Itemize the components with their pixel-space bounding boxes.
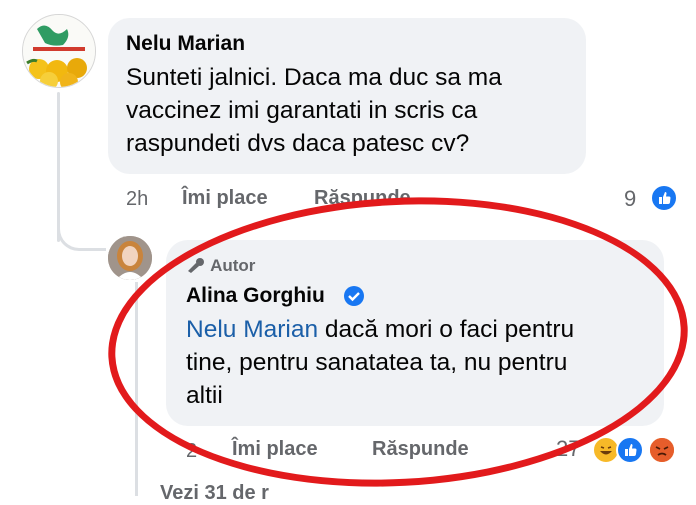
comment-reaction-count[interactable]: 9: [624, 186, 636, 212]
comment-like-button[interactable]: Îmi place: [182, 187, 268, 209]
angry-icon[interactable]: [648, 436, 676, 464]
comment-text: Sunteti jalnici. Daca ma duc sa ma vacci…: [126, 61, 502, 160]
comment-line: Sunteti jalnici. Daca ma duc sa ma: [126, 64, 502, 91]
comment-line: vaccinez imi garantati in scris ca: [126, 97, 478, 124]
like-icon[interactable]: [616, 436, 644, 464]
avatar-author[interactable]: [108, 236, 152, 280]
avatar-commenter[interactable]: [22, 14, 96, 88]
view-more-replies[interactable]: Vezi 31 de r: [160, 482, 269, 505]
thread-connector: [57, 212, 106, 251]
comment-time[interactable]: 2h: [126, 188, 148, 211]
comment-line: raspundeti dvs daca patesc cv?: [126, 130, 470, 157]
like-icon[interactable]: [650, 184, 678, 212]
avatar-image: [23, 15, 95, 87]
comment-author[interactable]: Nelu Marian: [126, 32, 245, 56]
avatar-image: [108, 236, 152, 280]
